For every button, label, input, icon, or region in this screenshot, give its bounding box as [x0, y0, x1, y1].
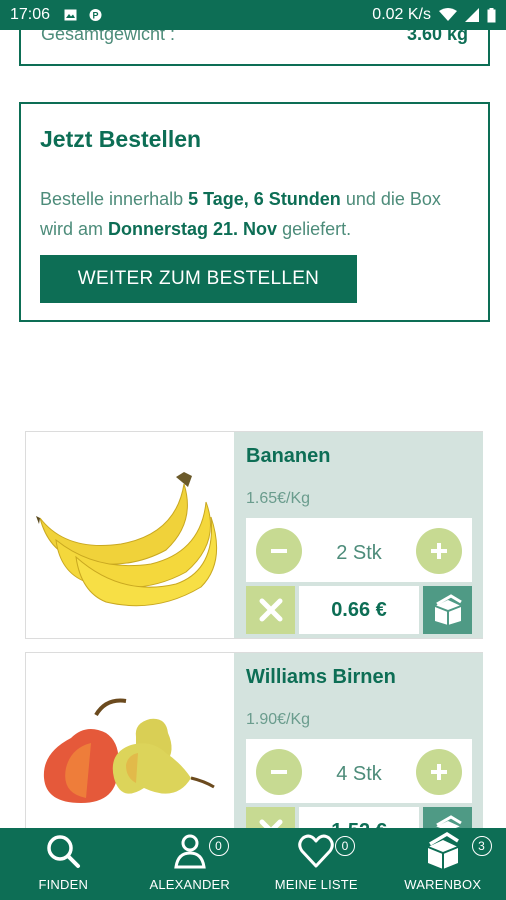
order-now-card: Jetzt Bestellen Bestelle innerhalb 5 Tag… — [19, 102, 490, 322]
nav-item-finden[interactable]: FINDEN — [0, 828, 127, 900]
parking-icon: P — [89, 9, 102, 21]
close-icon — [259, 598, 282, 622]
nav-badge: 0 — [335, 836, 355, 856]
banana-image[interactable] — [26, 432, 234, 638]
box-icon — [434, 594, 462, 625]
nav-label: MEINE LISTE — [274, 877, 358, 892]
nav-item-meine-liste[interactable]: MEINE LISTE 0 — [253, 828, 380, 900]
plus-icon — [431, 543, 447, 559]
order-text-part: Bestelle innerhalb — [40, 189, 189, 209]
delivery-date: Donnerstag 21. Nov — [108, 219, 278, 239]
nav-label: ALEXANDER — [149, 877, 231, 892]
bottom-navigation: FINDEN ALEXANDER 0 MEINE LISTE 0 WARENBO… — [0, 828, 506, 900]
remove-product-button[interactable] — [246, 586, 295, 634]
continue-to-order-button[interactable]: WEITER ZUM BESTELLEN — [40, 255, 357, 303]
order-card-title: Jetzt Bestellen — [40, 126, 202, 152]
increase-quantity-button[interactable] — [416, 749, 462, 795]
order-text-part: geliefert. — [277, 219, 352, 239]
image-icon — [64, 9, 77, 21]
product-name: Bananen — [246, 445, 331, 467]
nav-label: FINDEN — [38, 877, 89, 892]
product-name: Williams Birnen — [246, 666, 396, 688]
nav-item-warenbox[interactable]: WARENBOX 3 — [380, 828, 506, 900]
status-bar: 17:06 P 0.02 K/s — [0, 0, 506, 30]
product-card: Bananen 1.65€/Kg 2 Stk 0.66 € — [25, 431, 483, 639]
wifi-icon — [439, 8, 457, 21]
user-icon — [174, 834, 206, 869]
nav-item-alexander[interactable]: ALEXANDER 0 — [127, 828, 254, 900]
nav-label: WARENBOX — [404, 877, 482, 892]
product-unit-price: 1.65€/Kg — [246, 490, 311, 507]
order-deadline: 5 Tage, 6 Stunden — [188, 189, 341, 209]
box-icon — [427, 831, 459, 869]
app-screen: 17:06 P 0.02 K/s Gesamtgewicht : 3.60 kg… — [0, 0, 506, 900]
nav-badge: 3 — [471, 836, 492, 856]
net-speed: 0.02 K/s — [372, 6, 431, 23]
order-deadline-text: Bestelle innerhalb 5 Tage, 6 Stunden und… — [40, 184, 470, 244]
quantity-stepper: 2 Stk — [246, 518, 472, 582]
signal-icon — [465, 8, 479, 22]
search-icon — [47, 835, 81, 868]
svg-text:P: P — [93, 11, 99, 21]
add-to-box-button[interactable] — [423, 586, 472, 634]
product-unit-price: 1.90€/Kg — [246, 711, 311, 728]
product-total-price: 0.66 € — [299, 586, 419, 634]
nav-badge: 0 — [208, 836, 229, 856]
quantity-stepper: 4 Stk — [246, 739, 472, 803]
plus-icon — [431, 764, 447, 780]
increase-quantity-button[interactable] — [416, 528, 462, 574]
battery-icon — [487, 7, 496, 22]
status-time: 17:06 — [10, 6, 51, 23]
product-panel: Bananen 1.65€/Kg 2 Stk 0.66 € — [234, 432, 483, 638]
heart-icon — [298, 834, 334, 868]
